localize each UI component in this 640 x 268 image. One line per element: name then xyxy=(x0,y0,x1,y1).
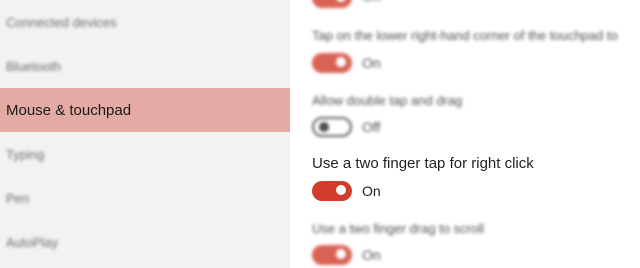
toggle-state-text: On xyxy=(362,183,381,199)
sidebar-item-label: AutoPlay xyxy=(6,234,59,250)
sidebar-item-mouse-touchpad[interactable]: Mouse & touchpad xyxy=(0,88,290,132)
toggle-knob xyxy=(336,57,346,67)
toggle-switch[interactable] xyxy=(312,245,352,265)
setting-label: Use a two finger drag to scroll xyxy=(312,221,484,236)
sidebar-item-connected-devices[interactable]: Connected devices xyxy=(0,0,290,44)
toggle-knob xyxy=(336,185,346,195)
toggle-switch[interactable] xyxy=(312,117,352,137)
toggle-switch[interactable] xyxy=(312,181,352,201)
setting-label: Use a two finger tap for right click xyxy=(312,155,534,172)
toggle-state-text: On xyxy=(362,55,381,71)
sidebar-item-label: Bluetooth xyxy=(6,58,61,74)
toggle-switch[interactable] xyxy=(312,53,352,73)
toggle-state-text: On xyxy=(362,247,381,263)
setting-label: Tap on the lower right-hand corner of th… xyxy=(312,28,618,43)
toggle-knob xyxy=(319,122,329,132)
sidebar-item-label: Typing xyxy=(6,146,45,162)
setting-label: Allow double tap and drag xyxy=(312,93,463,108)
settings-panel: On Tap on the lower right-hand corner of… xyxy=(290,0,640,268)
sidebar-item-bluetooth[interactable]: Bluetooth xyxy=(0,44,290,88)
sidebar-item-autoplay[interactable]: AutoPlay xyxy=(0,220,290,264)
sidebar-item-label: Connected devices xyxy=(6,14,117,30)
sidebar: Connected devices Bluetooth Mouse & touc… xyxy=(0,0,290,268)
toggle-knob xyxy=(336,0,346,2)
sidebar-item-typing[interactable]: Typing xyxy=(0,132,290,176)
toggle-state-text: On xyxy=(362,0,381,4)
toggle-state-text: Off xyxy=(362,119,381,135)
sidebar-item-label: Mouse & touchpad xyxy=(6,101,132,119)
sidebar-item-pen[interactable]: Pen xyxy=(0,176,290,220)
toggle-switch[interactable] xyxy=(312,0,352,8)
sidebar-item-label: Pen xyxy=(6,190,30,206)
toggle-knob xyxy=(336,249,346,259)
